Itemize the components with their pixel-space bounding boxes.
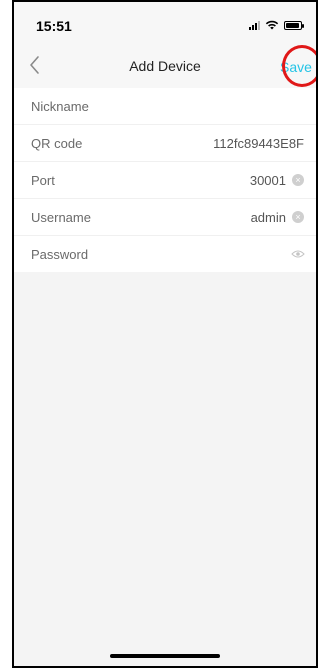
wifi-icon <box>265 20 279 30</box>
navigation-bar: Add Device Save <box>14 44 316 89</box>
home-indicator <box>110 654 220 658</box>
username-value[interactable]: admin <box>251 210 286 225</box>
battery-icon <box>284 21 304 30</box>
status-icons <box>249 20 304 30</box>
nickname-label: Nickname <box>31 99 89 114</box>
username-label: Username <box>31 210 91 225</box>
qr-code-field[interactable]: QR code 112fc89443E8F <box>14 125 316 162</box>
phone-screen: 15:51 Add Device Save Nickname QR code 1… <box>12 0 318 668</box>
nickname-field[interactable]: Nickname <box>14 88 316 125</box>
username-field[interactable]: Username admin × <box>14 199 316 236</box>
clear-circle-icon[interactable]: × <box>292 174 304 186</box>
port-label: Port <box>31 173 55 188</box>
clear-circle-icon[interactable]: × <box>292 211 304 223</box>
password-field[interactable]: Password <box>14 236 316 272</box>
signal-icon <box>249 20 260 30</box>
status-bar: 15:51 <box>14 2 316 44</box>
page-title: Add Device <box>129 58 201 74</box>
password-label: Password <box>31 247 89 262</box>
save-button[interactable]: Save <box>276 53 316 81</box>
port-field[interactable]: Port 30001 × <box>14 162 316 199</box>
device-form: Nickname QR code 112fc89443E8F Port 3000… <box>14 88 316 272</box>
qr-code-value[interactable]: 112fc89443E8F <box>213 136 304 151</box>
status-time: 15:51 <box>36 18 72 34</box>
eye-icon[interactable] <box>291 249 305 259</box>
port-value[interactable]: 30001 <box>250 173 286 188</box>
qr-code-label: QR code <box>31 136 83 151</box>
